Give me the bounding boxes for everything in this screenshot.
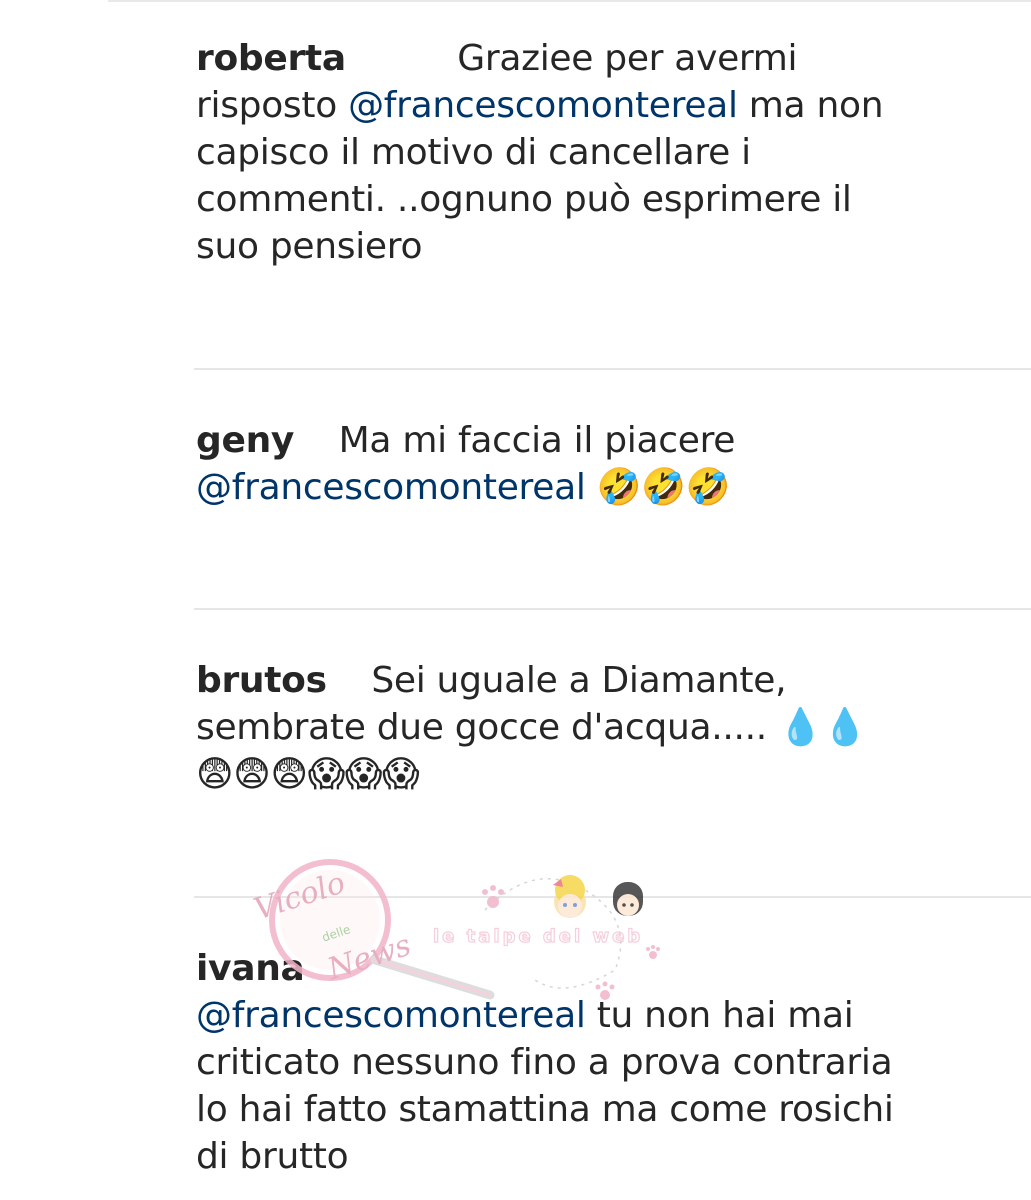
mention-link[interactable]: @francescomontereal — [348, 85, 738, 126]
username-spacing — [294, 420, 339, 461]
svg-text:delle: delle — [320, 922, 352, 944]
watermark-tagline: le talpe del web — [432, 925, 643, 947]
comment-item: ivana @francescomontereal tu non hai mai … — [196, 945, 896, 1180]
comment-divider — [194, 608, 1031, 610]
comment-item: roberta Graziee per avermi risposto @fra… — [196, 35, 896, 270]
cartoon-girl-dark-icon — [613, 882, 643, 916]
comment-text: Ma mi faccia il piacere — [338, 420, 736, 461]
username-spacing — [327, 660, 372, 701]
comment-item: geny Ma mi faccia il piacere @francescom… — [196, 417, 896, 511]
laughing-emoji: 🤣🤣🤣 — [585, 467, 731, 508]
mention-link[interactable]: @francescomontereal — [196, 467, 586, 508]
comment-item: brutos Sei uguale a Diamante, sembrate d… — [196, 657, 896, 798]
svg-text:le talpe del web: le talpe del web — [433, 926, 643, 947]
top-edge-divider — [108, 0, 1031, 2]
comment-username[interactable]: ivana — [196, 948, 305, 989]
comment-username[interactable]: geny — [196, 420, 294, 461]
mention-link[interactable]: @francescomontereal — [196, 995, 586, 1036]
comment-username[interactable]: roberta — [196, 38, 346, 79]
top-strip — [0, 0, 1031, 6]
username-spacing — [346, 38, 457, 79]
comment-divider — [194, 368, 1031, 370]
comment-username[interactable]: brutos — [196, 660, 327, 701]
comment-divider — [194, 896, 1031, 898]
